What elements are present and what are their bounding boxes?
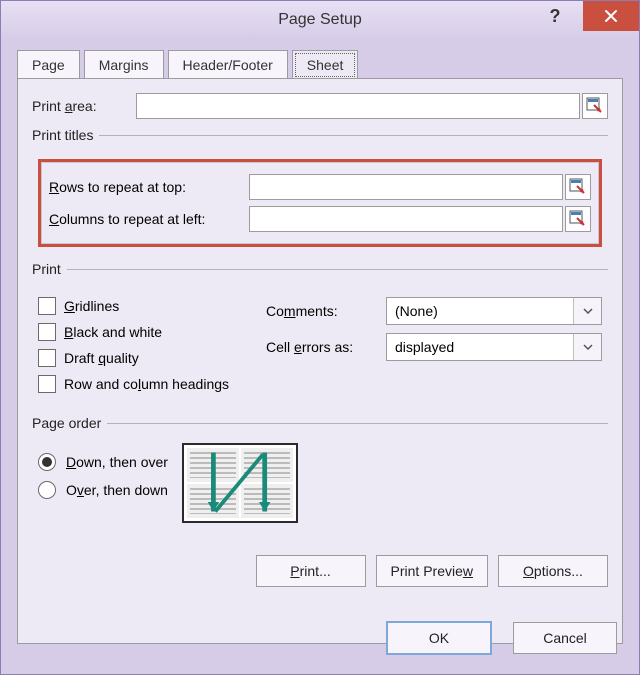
print-legend: Print (32, 261, 67, 277)
chevron-down-icon (573, 334, 601, 360)
commit-buttons: OK Cancel (387, 622, 617, 654)
gridlines-label: Gridlines (64, 298, 119, 314)
close-icon (604, 9, 618, 23)
print-area-label: Print area: (32, 98, 136, 114)
over-then-down-radio[interactable] (38, 481, 56, 499)
rowcol-headings-checkbox[interactable] (38, 375, 56, 393)
rows-repeat-input[interactable] (249, 174, 563, 200)
cellerrors-select[interactable]: displayed (386, 333, 602, 361)
titlebar: Page Setup ? (1, 1, 639, 39)
comments-select[interactable]: (None) (386, 297, 602, 325)
print-area-collapse-button[interactable] (582, 93, 608, 119)
rows-repeat-label: Rows to repeat at top: (49, 179, 249, 195)
titlebar-buttons: ? (527, 1, 639, 31)
page-order-preview (182, 443, 298, 523)
print-group: Print Gridlines Black and white Draft qu… (32, 261, 608, 407)
gridlines-checkbox[interactable] (38, 297, 56, 315)
bw-label: Black and white (64, 324, 162, 340)
comments-label: Comments: (266, 303, 386, 319)
down-then-over-label: Down, then over (66, 454, 168, 470)
print-titles-highlight: Rows to repeat at top: Columns to repeat… (38, 159, 602, 247)
print-area-row: Print area: (32, 93, 608, 119)
draft-label: Draft quality (64, 350, 139, 366)
tabstrip: Page Margins Header/Footer Sheet (17, 49, 623, 79)
collapse-dialog-icon (569, 210, 587, 228)
ok-button[interactable]: OK (387, 622, 491, 654)
dialog-body: Page Margins Header/Footer Sheet Print a… (7, 39, 633, 668)
page-setup-dialog: Page Setup ? Page Margins Header/Footer … (0, 0, 640, 675)
print-titles-legend: Print titles (32, 127, 99, 143)
cols-repeat-input[interactable] (249, 206, 563, 232)
window-title: Page Setup (278, 11, 362, 29)
print-button[interactable]: Print... (256, 555, 366, 587)
close-button[interactable] (583, 1, 639, 31)
comments-value: (None) (395, 303, 438, 319)
page-order-legend: Page order (32, 415, 107, 431)
tab-margins[interactable]: Margins (84, 50, 164, 80)
print-titles-group: Print titles Rows to repeat at top: Colu… (32, 127, 608, 253)
help-button[interactable]: ? (527, 1, 583, 31)
tab-header-footer[interactable]: Header/Footer (168, 50, 288, 80)
cols-repeat-collapse-button[interactable] (565, 206, 591, 232)
rows-repeat-collapse-button[interactable] (565, 174, 591, 200)
collapse-dialog-icon (569, 178, 587, 196)
options-button[interactable]: Options... (498, 555, 608, 587)
down-then-over-radio[interactable] (38, 453, 56, 471)
draft-checkbox[interactable] (38, 349, 56, 367)
collapse-dialog-icon (586, 97, 604, 115)
bw-checkbox[interactable] (38, 323, 56, 341)
rowcol-headings-label: Row and column headings (64, 376, 229, 392)
cellerrors-value: displayed (395, 339, 454, 355)
tab-content-sheet: Print area: Print titles Rows to repeat … (17, 78, 623, 644)
chevron-down-icon (573, 298, 601, 324)
tab-sheet[interactable]: Sheet (292, 50, 359, 80)
tab-page[interactable]: Page (17, 50, 80, 80)
action-buttons: Print... Print Preview Options... (256, 555, 608, 587)
page-order-group: Page order Down, then over Over, then do… (32, 415, 608, 529)
cellerrors-label: Cell errors as: (266, 339, 386, 355)
cols-repeat-label: Columns to repeat at left: (49, 211, 249, 227)
over-then-down-label: Over, then down (66, 482, 168, 498)
print-preview-button[interactable]: Print Preview (376, 555, 488, 587)
cancel-button[interactable]: Cancel (513, 622, 617, 654)
print-area-input[interactable] (136, 93, 580, 119)
